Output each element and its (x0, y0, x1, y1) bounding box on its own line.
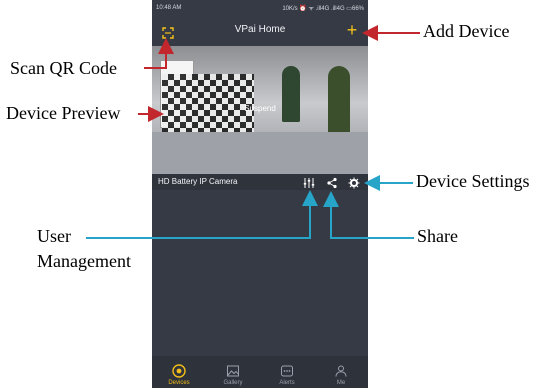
user-management-icon (303, 178, 315, 188)
add-device-label: Add Device (423, 21, 510, 41)
phone-screen: 10:48 AM 10K/s ⏰ ᯤ .ill4G .ill4G ▭66% VP… (152, 0, 368, 388)
nav-gallery[interactable]: Gallery (206, 356, 260, 388)
device-preview-label: Device Preview (6, 103, 121, 123)
user-management-button[interactable] (303, 176, 315, 188)
status-time: 10:48 AM (156, 5, 182, 11)
nav-devices[interactable]: Devices (152, 356, 206, 388)
nav-label: Devices (168, 380, 190, 386)
nav-me[interactable]: Me (314, 356, 368, 388)
nav-alerts[interactable]: Alerts (260, 356, 314, 388)
user-management-label-line2: Management (37, 251, 131, 271)
device-preview[interactable]: Suspend (152, 46, 368, 174)
status-indicators: 10K/s ⏰ ᯤ .ill4G .ill4G ▭66% (282, 6, 364, 12)
app-title: VPai Home (234, 24, 286, 35)
preview-plant (282, 66, 300, 122)
device-name: HD Battery IP Camera (158, 177, 238, 186)
add-device-button[interactable]: + (344, 21, 360, 39)
app-header: VPai Home + (152, 16, 368, 46)
bottom-navigation: Devices Gallery Alerts Me (152, 356, 368, 388)
nav-label: Alerts (279, 380, 295, 386)
share-icon (327, 177, 337, 189)
preview-floor (152, 132, 368, 174)
plus-icon: + (346, 20, 358, 40)
device-settings-button[interactable] (348, 176, 360, 189)
nav-label: Gallery (223, 380, 243, 386)
alerts-icon (281, 365, 293, 377)
nav-label: Me (336, 380, 346, 386)
gallery-icon (227, 365, 239, 377)
status-bar: 10:48 AM 10K/s ⏰ ᯤ .ill4G .ill4G ▭66% (152, 0, 368, 16)
preview-status-text: Suspend (244, 104, 276, 113)
me-icon (335, 365, 347, 377)
preview-plant (328, 66, 350, 136)
share-button[interactable] (326, 176, 338, 189)
devices-icon (172, 364, 186, 378)
device-toolbar: HD Battery IP Camera (152, 174, 368, 190)
device-settings-label: Device Settings (416, 171, 530, 191)
share-label: Share (417, 226, 458, 246)
preview-checkerboard (162, 74, 254, 132)
user-management-label-line1: User (37, 226, 71, 246)
gear-icon (348, 177, 360, 189)
scan-qr-label: Scan QR Code (10, 58, 117, 78)
